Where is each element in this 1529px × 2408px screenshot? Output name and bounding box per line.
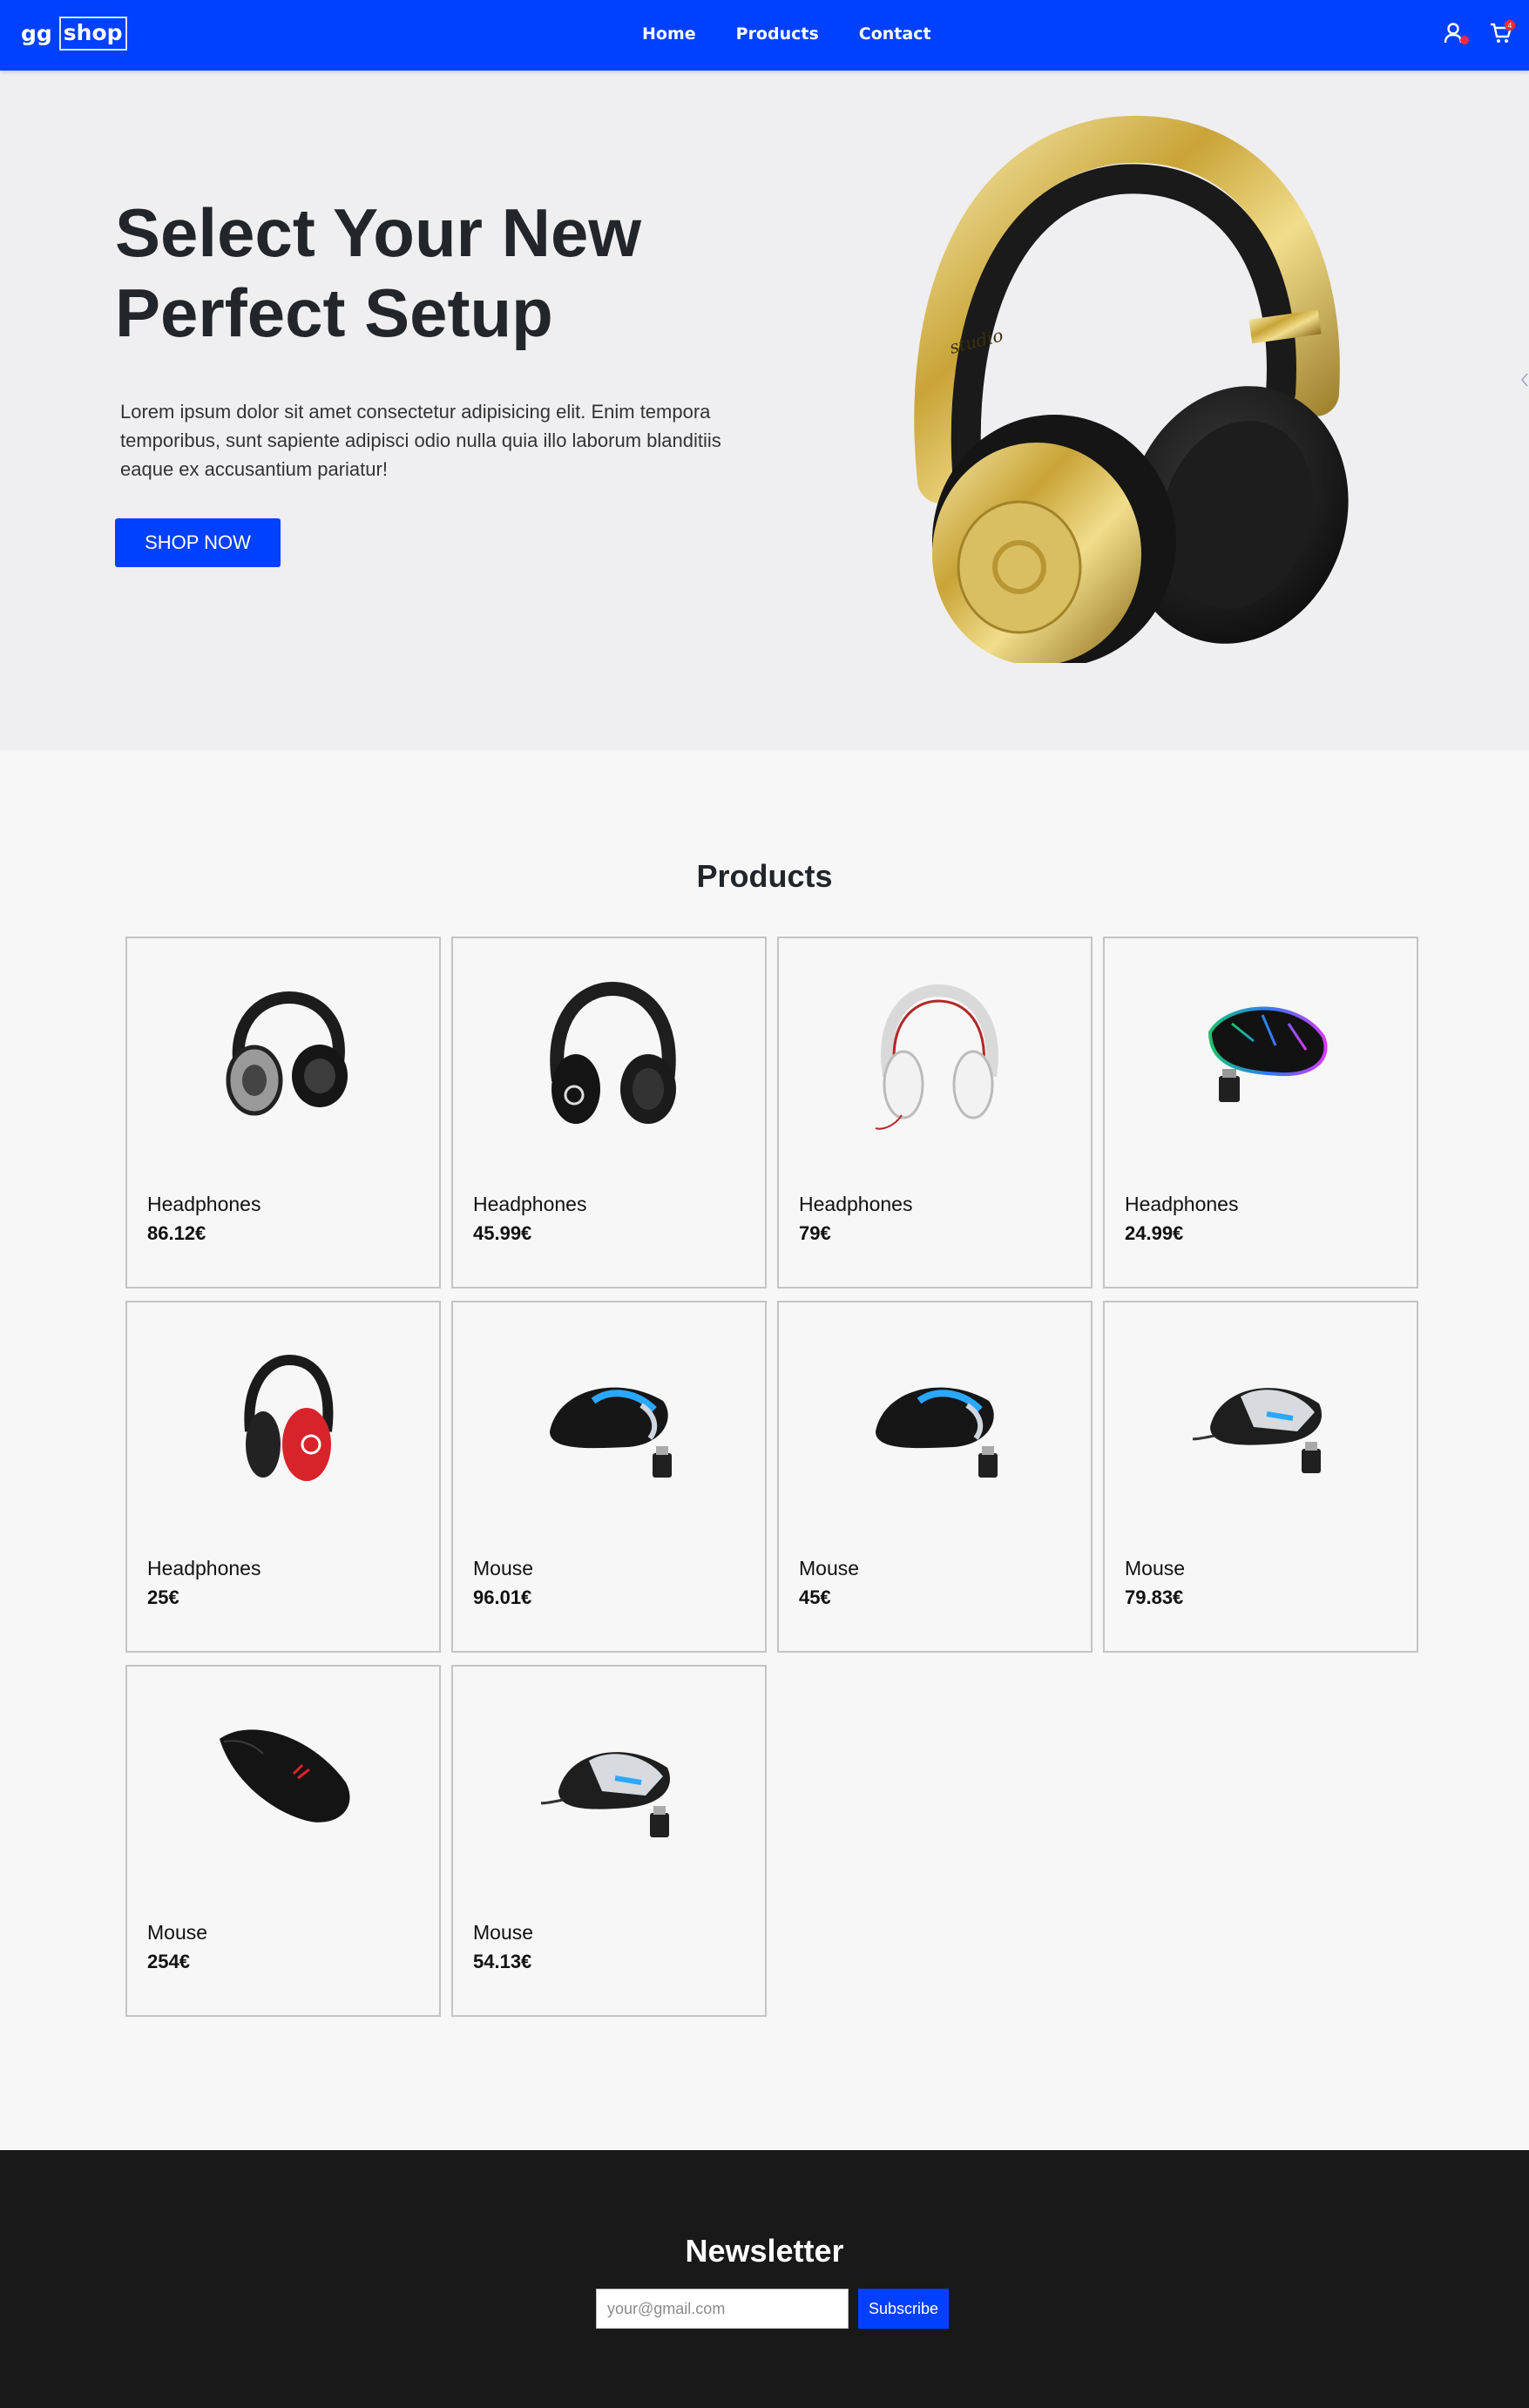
product-name: Headphones xyxy=(147,1193,261,1215)
logo[interactable]: gg shop xyxy=(21,17,127,51)
product-card[interactable]: Mouse 45€ xyxy=(777,1301,1093,1653)
product-name: Mouse xyxy=(473,1921,534,1944)
nav-icons: 4 xyxy=(1442,20,1515,45)
product-price: 79€ xyxy=(799,1222,831,1244)
gold-headphones-image: studio xyxy=(914,115,1349,663)
product-price: 254€ xyxy=(147,1951,190,1972)
product-name: Headphones xyxy=(1125,1193,1239,1215)
product-price: 79.83€ xyxy=(1125,1586,1184,1608)
user-icon[interactable] xyxy=(1442,21,1469,45)
main-nav: Home Products Contact xyxy=(642,24,931,44)
red-headphones-image xyxy=(244,1354,334,1481)
nav-link-home[interactable]: Home xyxy=(642,24,696,44)
product-price: 96.01€ xyxy=(473,1586,532,1608)
product-card[interactable]: Headphones 24.99€ xyxy=(1103,937,1418,1289)
logo-text-shop: shop xyxy=(58,17,127,51)
product-price: 25€ xyxy=(147,1586,179,1608)
product-name: Mouse xyxy=(147,1921,208,1944)
subscribe-button[interactable]: Subscribe xyxy=(858,2289,949,2329)
product-price: 86.12€ xyxy=(147,1222,206,1244)
product-name: Headphones xyxy=(147,1557,261,1579)
product-name: Mouse xyxy=(473,1557,534,1579)
product-card[interactable]: Mouse 54.13€ xyxy=(451,1665,767,2017)
newsletter-email-input[interactable] xyxy=(596,2289,849,2329)
hero-title: Select Your New Perfect Setup xyxy=(115,194,642,351)
hero-description: Lorem ipsum dolor sit amet consectetur a… xyxy=(120,401,721,480)
logo-text-gg: gg xyxy=(21,21,52,46)
product-card[interactable]: Headphones 86.12€ xyxy=(125,937,441,1289)
black-headphones-image xyxy=(550,981,676,1124)
wireless-mouse-image xyxy=(876,1387,998,1478)
silver-mouse-image xyxy=(1193,1388,1322,1473)
product-price: 45€ xyxy=(799,1586,831,1608)
product-card[interactable]: Mouse 96.01€ xyxy=(451,1301,767,1653)
silver-mouse-image xyxy=(541,1752,670,1837)
hero-section: Select Your New Perfect Setup Lorem ipsu… xyxy=(0,71,1529,750)
product-card[interactable]: Mouse 254€ xyxy=(125,1665,441,2017)
black-gaming-mouse-image xyxy=(220,1729,350,1823)
navbar: gg shop Home Products Contact 4 xyxy=(0,0,1529,71)
user-status-dot xyxy=(1460,36,1469,44)
nav-link-products[interactable]: Products xyxy=(736,24,819,44)
dj-headphones-image xyxy=(226,991,348,1116)
rgb-mouse-image xyxy=(1208,1006,1328,1102)
product-name: Headphones xyxy=(799,1193,913,1215)
product-price: 45.99€ xyxy=(473,1222,532,1244)
newsletter-heading: Newsletter xyxy=(685,2233,844,2269)
product-price: 54.13€ xyxy=(473,1951,532,1972)
product-price: 24.99€ xyxy=(1125,1222,1184,1244)
cart-badge: 4 xyxy=(1505,20,1515,30)
product-name: Headphones xyxy=(473,1193,587,1215)
scroll-edge-marker xyxy=(1521,373,1528,387)
cart-icon[interactable]: 4 xyxy=(1489,20,1515,45)
nav-link-contact[interactable]: Contact xyxy=(859,24,931,44)
white-headphones-image xyxy=(875,984,998,1130)
products-heading: Products xyxy=(696,858,833,894)
product-card[interactable]: Headphones 79€ xyxy=(777,937,1093,1289)
product-name: Mouse xyxy=(1125,1557,1186,1579)
shop-now-button[interactable]: SHOP NOW xyxy=(115,518,281,567)
product-card[interactable]: Mouse 79.83€ xyxy=(1103,1301,1418,1653)
product-card[interactable]: Headphones 45.99€ xyxy=(451,937,767,1289)
product-card[interactable]: Headphones 25€ xyxy=(125,1301,441,1653)
newsletter-section: Newsletter Subscribe xyxy=(0,2150,1529,2408)
product-name: Mouse xyxy=(799,1557,860,1579)
wireless-mouse-image xyxy=(550,1387,672,1478)
